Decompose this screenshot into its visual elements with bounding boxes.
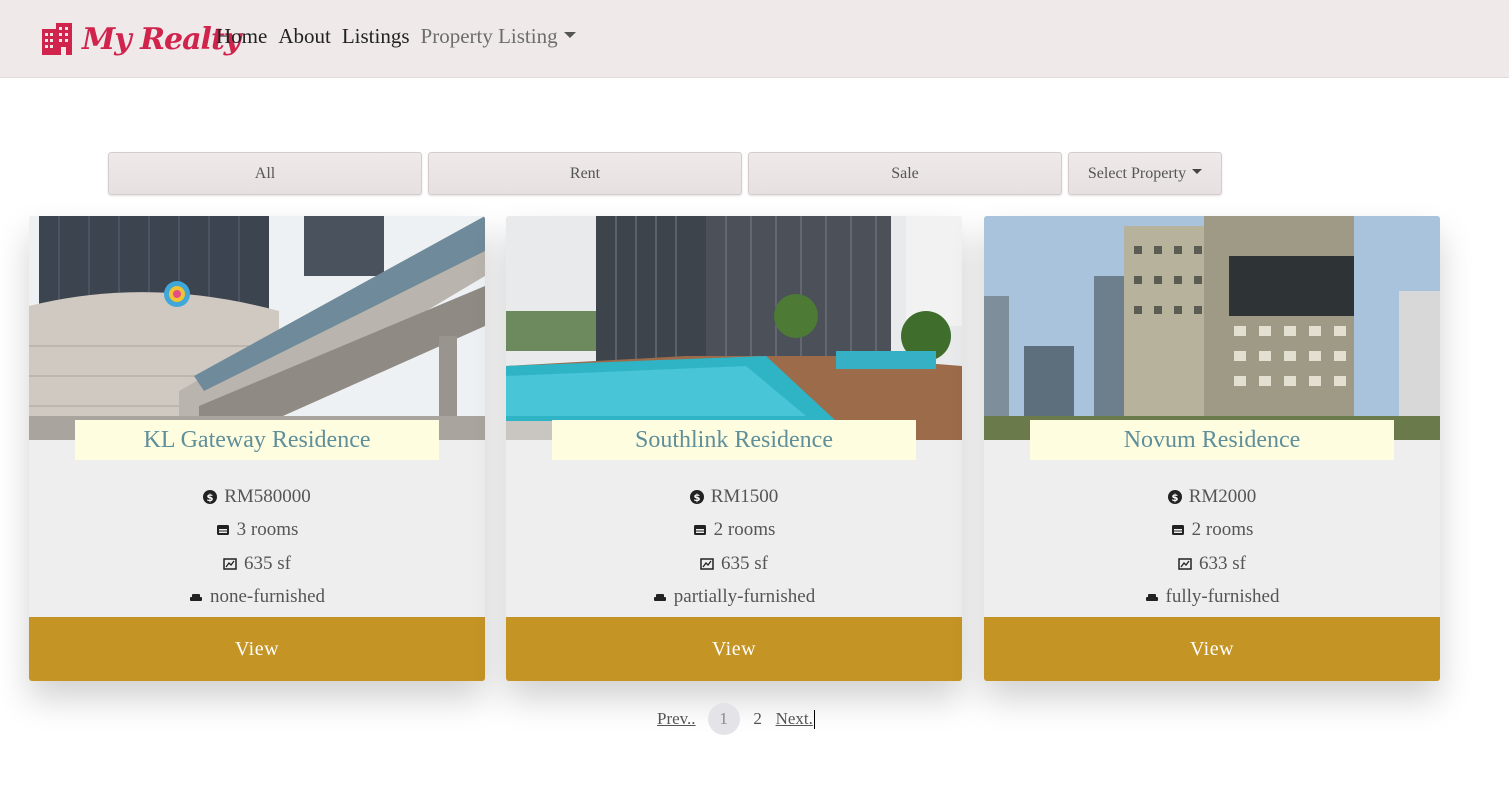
price-value: RM2000	[1188, 485, 1257, 507]
size-row: 635 sf	[506, 547, 962, 581]
area-icon	[700, 558, 714, 570]
size-row: 635 sf	[29, 547, 485, 581]
building-icon	[42, 23, 72, 55]
listing-card: Southlink Residence $ RM1500 2 rooms 635…	[506, 216, 962, 681]
listing-details: $ RM580000 3 rooms 635 sf none-furnished	[29, 480, 485, 614]
listing-title[interactable]: KL Gateway Residence	[75, 420, 439, 460]
furnishing-value: none-furnished	[209, 586, 326, 608]
property-photo[interactable]	[984, 216, 1440, 440]
listing-details: $ RM1500 2 rooms 635 sf partially-furnis…	[506, 480, 962, 614]
furnishing-value: fully-furnished	[1165, 586, 1280, 608]
price-row: $ RM2000	[984, 480, 1440, 514]
price-value: RM1500	[710, 485, 779, 507]
rooms-row: 2 rooms	[506, 514, 962, 548]
sofa-icon	[653, 594, 666, 602]
nav-property-listing-dropdown[interactable]: Property Listing	[421, 24, 576, 49]
rooms-row: 3 rooms	[29, 514, 485, 548]
prev-page-link[interactable]: Prev..	[657, 709, 696, 729]
filter-rent-button[interactable]: Rent	[428, 152, 742, 195]
price-row: $ RM580000	[29, 480, 485, 514]
price-value: RM580000	[224, 485, 311, 507]
size-value: 635 sf	[244, 552, 291, 574]
view-button[interactable]: View	[984, 617, 1440, 681]
rooms-value: 3 rooms	[236, 519, 299, 541]
navbar: My Realty Home About Listings Property L…	[0, 0, 1509, 78]
price-row: $ RM1500	[506, 480, 962, 514]
view-button[interactable]: View	[29, 617, 485, 681]
chevron-down-icon	[1192, 169, 1203, 174]
sofa-icon	[1145, 594, 1158, 602]
size-value: 635 sf	[721, 552, 768, 574]
dollar-icon: $	[203, 489, 218, 504]
brand-logo[interactable]: My Realty	[40, 14, 241, 64]
size-value: 633 sf	[1199, 552, 1246, 574]
dollar-icon: $	[1167, 489, 1182, 504]
property-photo[interactable]	[29, 216, 485, 440]
furnishing-value: partially-furnished	[673, 586, 816, 608]
page-2-button[interactable]: 2	[742, 703, 774, 735]
bed-icon	[1171, 525, 1184, 536]
listing-card: KL Gateway Residence $ RM580000 3 rooms …	[29, 216, 485, 681]
nav-about[interactable]: About	[278, 24, 331, 49]
listing-card: Novum Residence $ RM2000 2 rooms 633 sf …	[984, 216, 1440, 681]
dropdown-label: Property Listing	[420, 24, 558, 48]
view-button[interactable]: View	[506, 617, 962, 681]
filter-bar: All Rent Sale Select Property	[108, 152, 1228, 195]
filter-sale-button[interactable]: Sale	[748, 152, 1062, 195]
dollar-icon: $	[689, 489, 704, 504]
rooms-value: 2 rooms	[713, 519, 776, 541]
nav-links: Home About Listings Property Listing	[216, 24, 587, 49]
rooms-value: 2 rooms	[1191, 519, 1254, 541]
area-icon	[223, 558, 237, 570]
svg-text:$: $	[1171, 493, 1178, 504]
bed-icon	[216, 525, 229, 536]
page-1-button[interactable]: 1	[707, 703, 740, 735]
text-cursor	[813, 709, 816, 729]
furnishing-row: partially-furnished	[506, 581, 962, 615]
furnishing-row: fully-furnished	[984, 581, 1440, 615]
rooms-row: 2 rooms	[984, 514, 1440, 548]
select-property-dropdown[interactable]: Select Property	[1068, 152, 1222, 195]
svg-text:$: $	[207, 493, 214, 504]
listing-details: $ RM2000 2 rooms 633 sf fully-furnished	[984, 480, 1440, 614]
chevron-down-icon	[563, 32, 576, 39]
bed-icon	[693, 525, 706, 536]
size-row: 633 sf	[984, 547, 1440, 581]
select-property-label: Select Property	[1087, 164, 1187, 182]
pagination: Prev.. 1 2 Next.	[657, 702, 816, 736]
svg-text:$: $	[693, 493, 700, 504]
filter-all-button[interactable]: All	[108, 152, 422, 195]
next-page-link[interactable]: Next.	[776, 709, 813, 729]
sofa-icon	[189, 594, 202, 602]
listing-title[interactable]: Novum Residence	[1030, 420, 1394, 460]
nav-listings[interactable]: Listings	[342, 24, 410, 49]
listing-title[interactable]: Southlink Residence	[552, 420, 916, 460]
nav-home[interactable]: Home	[216, 24, 267, 49]
furnishing-row: none-furnished	[29, 581, 485, 615]
area-icon	[1178, 558, 1192, 570]
property-photo[interactable]	[506, 216, 962, 440]
